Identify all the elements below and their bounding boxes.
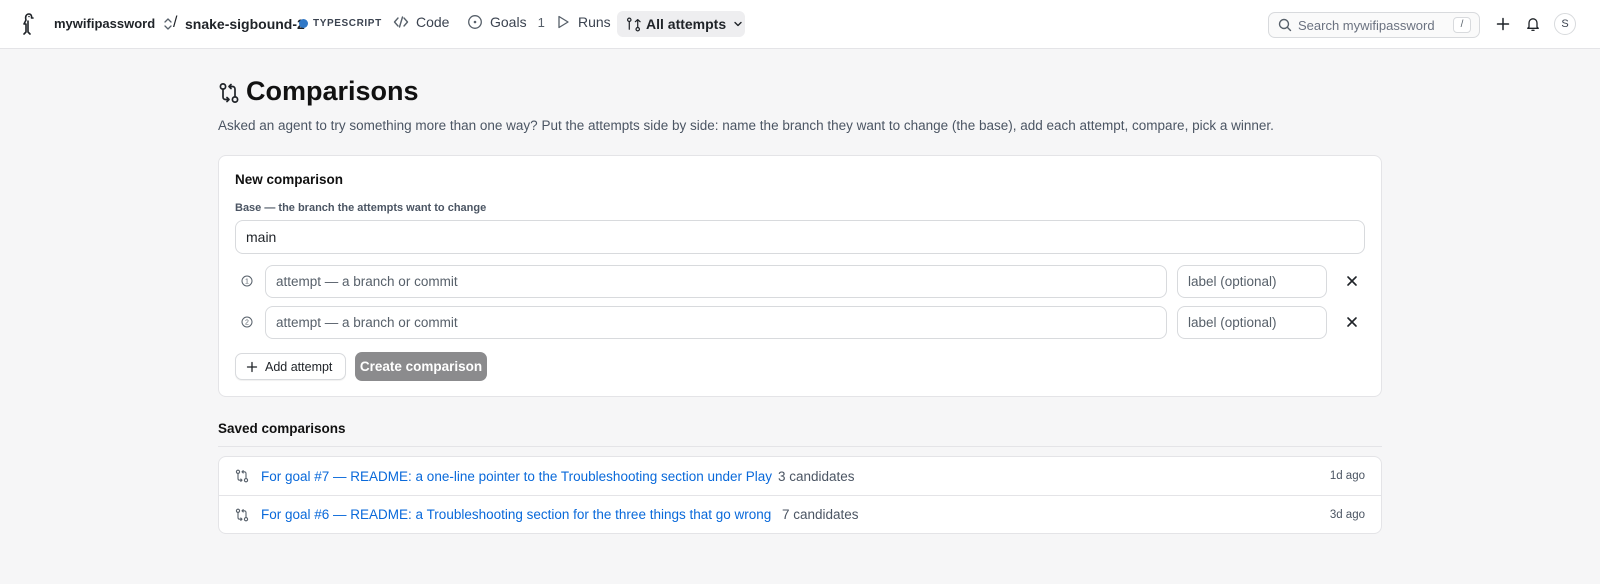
chevron-down-icon bbox=[734, 21, 742, 27]
nav-code-label: Code bbox=[416, 14, 450, 30]
language-badge: TYPESCRIPT bbox=[299, 18, 382, 29]
base-branch-input[interactable] bbox=[235, 220, 1365, 254]
attempt-number-1: 1 bbox=[245, 279, 249, 286]
org-switcher[interactable]: mywifipassword bbox=[54, 16, 173, 31]
attempt-2-input[interactable] bbox=[265, 306, 1167, 339]
saved-comparison-link[interactable]: For goal #7 — README: a one-line pointer… bbox=[261, 469, 772, 484]
code-icon bbox=[393, 16, 409, 28]
page-description: Asked an agent to try something more tha… bbox=[218, 118, 1274, 133]
close-icon[interactable] bbox=[1345, 274, 1359, 288]
target-icon bbox=[468, 15, 482, 29]
saved-comparisons-title: Saved comparisons bbox=[218, 421, 346, 436]
nav-all-attempts-label: All attempts bbox=[646, 16, 727, 32]
search-box[interactable]: Search mywifipassword / bbox=[1268, 12, 1480, 38]
attempt-1-input[interactable] bbox=[265, 265, 1167, 298]
attempt-2-label-input[interactable] bbox=[1177, 306, 1327, 339]
language-label: TYPESCRIPT bbox=[313, 18, 382, 29]
search-shortcut-key: / bbox=[1453, 17, 1471, 33]
divider bbox=[218, 446, 1382, 447]
chevron-up-down-icon bbox=[164, 17, 172, 30]
base-field-label: Base — the branch the attempts want to c… bbox=[235, 202, 487, 214]
git-compare-icon bbox=[235, 508, 249, 521]
attempt-number-1-icon: 1 bbox=[241, 275, 253, 287]
search-icon bbox=[1278, 18, 1292, 32]
git-compare-icon bbox=[219, 83, 239, 103]
avatar[interactable]: S bbox=[1554, 13, 1576, 35]
goals-count: 1 bbox=[537, 14, 545, 30]
nav-runs[interactable]: Runs bbox=[555, 14, 611, 30]
attempt-number-2: 2 bbox=[245, 320, 249, 327]
new-comparison-title: New comparison bbox=[235, 172, 344, 187]
saved-comparison-link[interactable]: For goal #6 — README: a Troubleshooting … bbox=[261, 507, 771, 522]
plus-icon bbox=[246, 361, 258, 372]
list-item[interactable]: For goal #7 — README: a one-line pointer… bbox=[219, 457, 1381, 495]
bell-icon[interactable] bbox=[1525, 16, 1541, 32]
timestamp: 3d ago bbox=[1329, 508, 1365, 521]
git-compare-icon bbox=[626, 17, 641, 31]
top-bar: mywifipassword / snake-sigbound-2 TYPESC… bbox=[0, 0, 1600, 49]
git-compare-icon bbox=[235, 469, 249, 483]
nav-goals-label: Goals bbox=[490, 14, 527, 30]
add-attempt-label: Add attempt bbox=[265, 359, 333, 374]
add-attempt-button[interactable]: Add attempt bbox=[235, 353, 346, 380]
nav-all-attempts[interactable]: All attempts bbox=[617, 11, 745, 37]
play-icon bbox=[558, 15, 569, 29]
page-title: Comparisons bbox=[246, 76, 419, 106]
new-comparison-card: New comparison Base — the branch the att… bbox=[218, 155, 1382, 397]
nav-goals[interactable]: Goals 1 bbox=[467, 14, 545, 30]
saved-comparisons-list: For goal #7 — README: a one-line pointer… bbox=[218, 456, 1382, 534]
breadcrumb-separator: / bbox=[173, 14, 178, 31]
attempt-1-label-input[interactable] bbox=[1177, 265, 1327, 298]
list-item[interactable]: For goal #6 — README: a Troubleshooting … bbox=[219, 495, 1381, 533]
plus-icon[interactable] bbox=[1495, 16, 1511, 32]
timestamp: 1d ago bbox=[1329, 470, 1365, 482]
close-icon[interactable] bbox=[1345, 315, 1359, 329]
search-placeholder: Search mywifipassword bbox=[1298, 17, 1435, 33]
attempt-number-2-icon: 2 bbox=[241, 316, 253, 328]
org-name: mywifipassword bbox=[54, 16, 156, 31]
nav-code[interactable]: Code bbox=[393, 14, 449, 30]
nav-runs-label: Runs bbox=[578, 14, 611, 30]
language-dot bbox=[299, 19, 308, 28]
candidates-count: 3 candidates bbox=[778, 468, 855, 484]
candidates-count: 7 candidates bbox=[782, 507, 859, 522]
penguin-logo-icon[interactable] bbox=[20, 12, 40, 36]
create-comparison-button[interactable]: Create comparison bbox=[355, 352, 487, 381]
repo-name[interactable]: snake-sigbound-2 bbox=[185, 16, 305, 32]
